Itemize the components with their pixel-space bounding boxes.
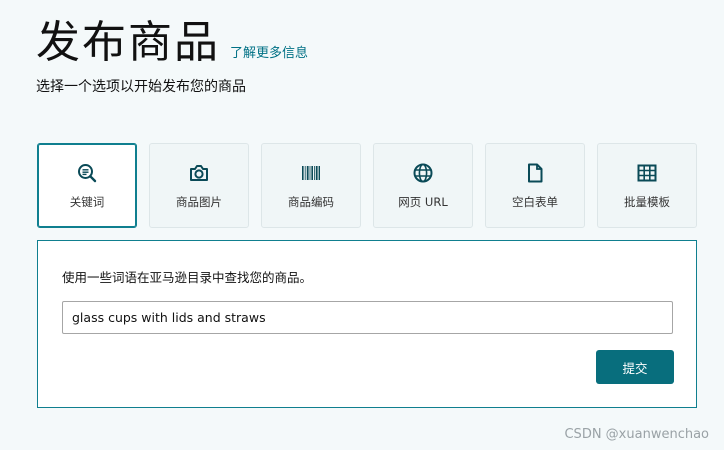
- document-icon: [528, 163, 543, 182]
- barcode-icon: [302, 165, 320, 180]
- tab-label: 关键词: [69, 194, 105, 209]
- tab-product-image[interactable]: 商品图片: [149, 143, 249, 228]
- tab-label: 空白表单: [512, 194, 558, 209]
- keyword-search-icon: [78, 163, 97, 182]
- tab-product-code[interactable]: 商品编码: [261, 143, 361, 228]
- tab-label: 商品图片: [176, 194, 222, 209]
- submit-button[interactable]: 提交: [596, 350, 674, 384]
- listing-method-tabs: 关键词 商品图片 商品编码 网页 URL 空白表单 批量模板: [37, 143, 697, 228]
- title-row: 发布商品 了解更多信息: [36, 14, 308, 72]
- page-subtitle: 选择一个选项以开始发布您的商品: [36, 79, 246, 95]
- search-instruction: 使用一些词语在亚马逊目录中查找您的商品。: [62, 270, 313, 285]
- tab-keyword[interactable]: 关键词: [37, 143, 137, 228]
- learn-more-link[interactable]: 了解更多信息: [230, 42, 308, 61]
- tab-label: 批量模板: [624, 194, 670, 209]
- camera-icon: [190, 164, 208, 181]
- tab-label: 商品编码: [288, 194, 334, 209]
- tab-bulk-template[interactable]: 批量模板: [597, 143, 697, 228]
- page-title: 发布商品: [36, 17, 220, 68]
- spreadsheet-icon: [637, 164, 657, 181]
- tab-blank-form[interactable]: 空白表单: [485, 143, 585, 228]
- tab-label: 网页 URL: [398, 194, 448, 209]
- page: 发布商品 了解更多信息 选择一个选项以开始发布您的商品 关键词 商品图片 商品编…: [0, 0, 724, 450]
- keyword-search-panel: 使用一些词语在亚马逊目录中查找您的商品。 提交: [37, 240, 697, 408]
- keyword-search-input[interactable]: [62, 301, 673, 334]
- watermark: CSDN @xuanwenchao: [564, 427, 709, 442]
- globe-icon: [413, 163, 433, 182]
- tab-web-url[interactable]: 网页 URL: [373, 143, 473, 228]
